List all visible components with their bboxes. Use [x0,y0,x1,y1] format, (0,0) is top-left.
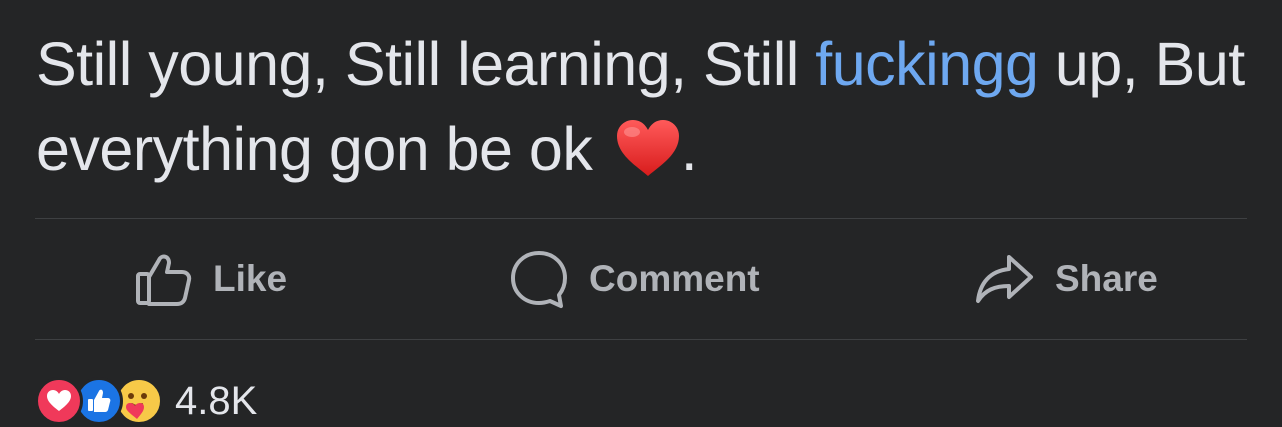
comment-label: Comment [589,258,760,299]
comment-button[interactable]: Comment [509,219,760,339]
post-text-end: . [680,115,698,183]
divider-bottom [35,339,1247,340]
post-text-part1: Still young, Still learning, Still [36,30,816,98]
like-label: Like [213,258,288,299]
post-text: Still young, Still learning, Still fucki… [36,22,1246,192]
reaction-count: 4.8K [175,378,258,423]
red-heart-emoji-icon [615,115,681,176]
share-arrow-icon [975,251,1035,307]
share-label: Share [1055,258,1158,299]
post-link-text[interactable]: fuckingg [815,30,1039,98]
action-bar: Like Comment Share [35,219,1247,339]
share-button[interactable]: Share [975,219,1158,339]
love-reaction-icon [35,377,83,425]
like-button[interactable]: Like [135,219,287,339]
thumbs-up-icon [135,250,193,308]
comment-bubble-icon [509,249,569,309]
reactions-summary[interactable]: 4.8K [35,376,257,426]
